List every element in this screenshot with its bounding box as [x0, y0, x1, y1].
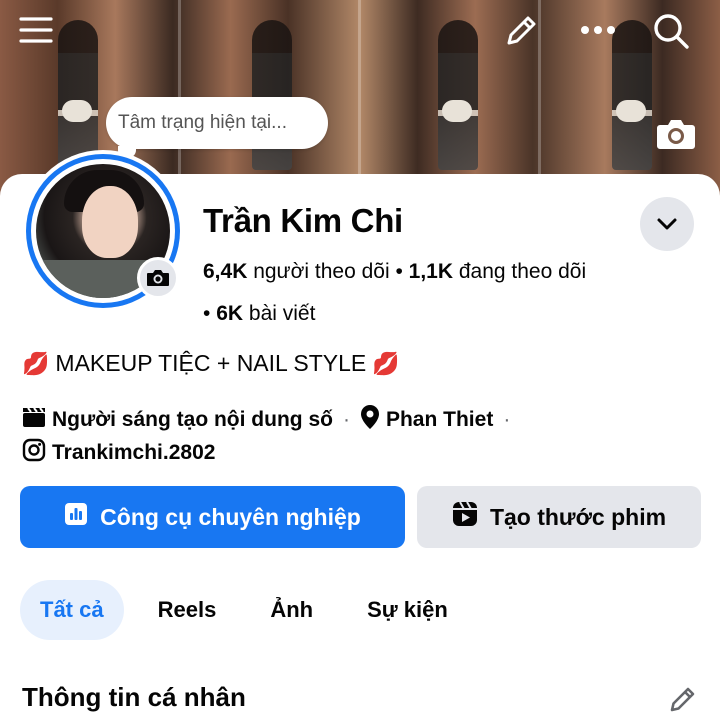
- bio-text: MAKEUP TIỆC + NAIL STYLE: [55, 350, 367, 376]
- separator-dot: ·: [503, 408, 511, 431]
- pencil-icon[interactable]: [666, 682, 700, 716]
- camera-icon[interactable]: [654, 114, 698, 154]
- post-stats: • 6K bài viết: [203, 302, 315, 326]
- separator-dot: ·: [342, 408, 350, 431]
- bio: 💋 MAKEUP TIỆC + NAIL STYLE 💋: [22, 350, 400, 377]
- category-text: Người sáng tạo nội dung số: [52, 408, 333, 431]
- location-text[interactable]: Phan Thiet: [386, 408, 493, 432]
- bar-chart-icon: [64, 502, 88, 532]
- separator-dot: •: [203, 302, 217, 325]
- cover-figure: [612, 20, 652, 170]
- cover-figure: [58, 20, 98, 170]
- cover-bag: [616, 100, 646, 122]
- followers-label[interactable]: người theo dõi: [253, 260, 389, 283]
- status-bubble[interactable]: Tâm trạng hiện tại...: [106, 97, 328, 149]
- following-label[interactable]: đang theo dõi: [459, 260, 586, 283]
- cover-divider: [358, 0, 361, 200]
- edit-icon[interactable]: [502, 12, 540, 50]
- location-pin-icon: [360, 404, 380, 436]
- followers-count[interactable]: 6,4K: [203, 260, 247, 283]
- chevron-down-icon[interactable]: [640, 197, 694, 251]
- separator-dot: •: [395, 260, 409, 283]
- follow-stats: 6,4K người theo dõi • 1,1K đang theo dõi: [203, 260, 586, 284]
- tab-all[interactable]: Tất cả: [20, 580, 124, 640]
- following-count[interactable]: 1,1K: [409, 260, 453, 283]
- info-row-instagram[interactable]: Trankimchi.2802: [22, 438, 215, 468]
- lips-emoji: 💋: [22, 350, 50, 376]
- professional-tools-button[interactable]: Công cụ chuyên nghiệp: [20, 486, 405, 548]
- more-icon[interactable]: [578, 14, 618, 46]
- clapperboard-icon: [22, 406, 46, 434]
- tab-events[interactable]: Sự kiện: [347, 580, 468, 640]
- instagram-icon: [22, 438, 46, 468]
- professional-tools-label: Công cụ chuyên nghiệp: [100, 503, 361, 530]
- section-title: Thông tin cá nhân: [22, 682, 246, 712]
- posts-label: bài viết: [248, 302, 316, 325]
- search-icon[interactable]: [650, 10, 692, 52]
- create-reel-label: Tạo thước phim: [489, 503, 667, 530]
- tab-reels[interactable]: Reels: [138, 580, 237, 640]
- posts-count: 6K: [216, 302, 244, 325]
- cover-bag: [62, 100, 92, 122]
- info-row-category: Người sáng tạo nội dung số · Phan Thiet …: [22, 404, 514, 436]
- lips-emoji: 💋: [372, 350, 400, 376]
- reel-icon: [452, 501, 478, 533]
- status-placeholder: Tâm trạng hiện tại...: [118, 112, 287, 133]
- profile-tabs: Tất cả Reels Ảnh Sự kiện: [20, 580, 468, 640]
- cover-bag: [442, 100, 472, 122]
- menu-icon[interactable]: [18, 14, 54, 46]
- instagram-handle[interactable]: Trankimchi.2802: [52, 441, 215, 465]
- profile-name: Trần Kim Chi: [203, 202, 403, 239]
- tab-photos[interactable]: Ảnh: [250, 580, 333, 640]
- avatar-face: [82, 186, 138, 258]
- camera-icon[interactable]: [137, 257, 179, 299]
- create-reel-button[interactable]: Tạo thước phim: [417, 486, 701, 548]
- cover-figure: [438, 20, 478, 170]
